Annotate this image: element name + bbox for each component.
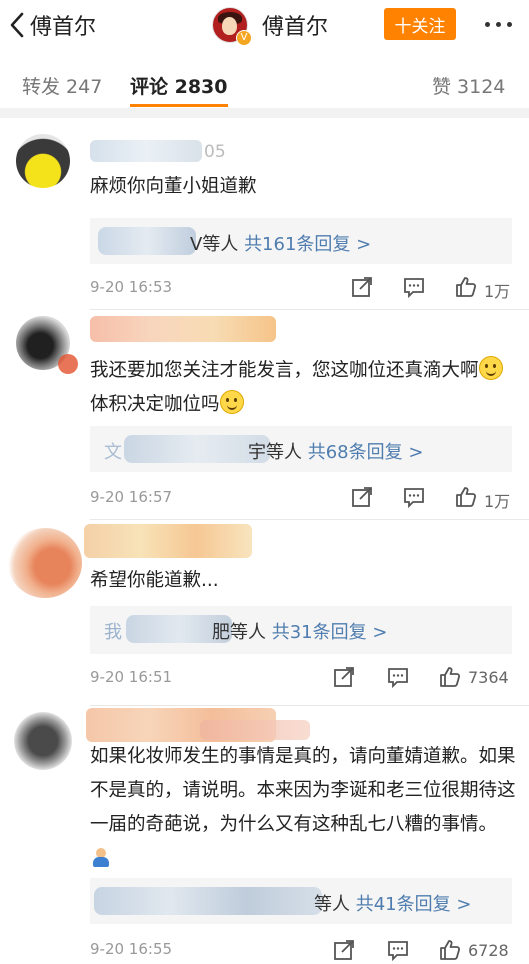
replies-summary: V等人 共161条回复 > xyxy=(190,230,371,256)
share-icon[interactable] xyxy=(332,938,356,962)
like-icon[interactable] xyxy=(438,665,462,689)
comment-actions: 1万 xyxy=(350,485,520,511)
share-icon[interactable] xyxy=(350,485,374,509)
username-blurred-extra xyxy=(200,720,310,740)
smile-emoji-icon xyxy=(219,390,244,414)
replies-box[interactable]: V等人 共161条回复 > xyxy=(90,218,512,264)
like-count[interactable]: 7364 xyxy=(468,668,509,687)
avatar[interactable] xyxy=(14,712,72,770)
top-bar: 傅首尔 傅首尔 V 十关注 xyxy=(0,0,529,52)
verified-badge: V xyxy=(236,30,252,46)
follow-button[interactable]: 十关注 xyxy=(384,8,456,40)
like-count[interactable]: 6728 xyxy=(468,941,509,960)
active-tab-indicator xyxy=(130,104,228,107)
comment-actions: 7364 xyxy=(332,665,522,691)
comment-icon[interactable] xyxy=(402,275,426,299)
username-blurred[interactable] xyxy=(90,140,202,162)
tab-likes[interactable]: 赞 3124 xyxy=(432,72,505,99)
replies-link[interactable]: 共31条回复 > xyxy=(272,622,388,643)
comment-text: 我还要加您关注才能发言，您这咖位还真滴大啊体积决定咖位吗 xyxy=(90,354,518,422)
like-icon[interactable] xyxy=(454,275,478,299)
replies-box[interactable]: 文 宇等人 共68条回复 > xyxy=(90,426,512,472)
replies-summary: 肥等人 共31条回复 > xyxy=(212,618,387,644)
comment-time: 9-20 16:57 xyxy=(90,488,173,506)
tab-comments[interactable]: 评论 2830 xyxy=(130,72,228,99)
comment-item: 我还要加您关注才能发言，您这咖位还真滴大啊体积决定咖位吗 文 宇等人 共68条回… xyxy=(0,310,529,520)
chevron-left-icon xyxy=(10,12,24,38)
comment-text-part2: 体积决定咖位吗 xyxy=(90,394,220,415)
share-icon[interactable] xyxy=(350,275,374,299)
comment-text: 如果化妆师发生的事情是真的，请向董婧道歉。如果不是真的，请说明。本来因为李诞和老… xyxy=(90,740,518,876)
back-label: 傅首尔 xyxy=(30,15,97,40)
comment-text: 麻烦你向董小姐道歉 xyxy=(90,176,257,197)
comment-actions: 6728 xyxy=(332,938,522,964)
comment-text-part1: 我还要加您关注才能发言，您这咖位还真滴大啊 xyxy=(90,360,479,381)
replies-box[interactable]: 我 肥等人 共31条回复 > xyxy=(90,606,512,654)
tab-bar: 转发 247 评论 2830 赞 3124 xyxy=(0,62,529,108)
avatar[interactable] xyxy=(8,528,82,598)
comment-item: 05 麻烦你向董小姐道歉 V等人 共161条回复 > 9-20 16:53 1万 xyxy=(0,118,529,310)
reply-users: 等人 xyxy=(314,894,350,915)
reply-users: 肥等人 xyxy=(212,622,266,643)
replies-link[interactable]: 共161条回复 > xyxy=(244,234,371,255)
like-count[interactable]: 1万 xyxy=(484,278,510,302)
comment-time: 9-20 16:53 xyxy=(90,278,173,296)
replies-link[interactable]: 共41条回复 > xyxy=(356,894,472,915)
comment-text-body: 如果化妆师发生的事情是真的，请向董婧道歉。如果不是真的，请说明。本来因为李诞和老… xyxy=(90,746,516,835)
replies-summary: 宇等人 共68条回复 > xyxy=(248,438,423,464)
page-title: 傅首尔 xyxy=(262,15,329,40)
comment-time: 9-20 16:55 xyxy=(90,940,173,958)
comment-item: 如果化妆师发生的事情是真的，请向董婧道歉。如果不是真的，请说明。本来因为李诞和老… xyxy=(0,706,529,964)
replies-link[interactable]: 共68条回复 > xyxy=(308,442,424,463)
reply-user-initial: 我 xyxy=(104,622,122,643)
username-tail: 05 xyxy=(204,142,226,162)
replies-box[interactable]: 等人 共41条回复 > xyxy=(90,878,512,924)
reply-users: 宇等人 xyxy=(248,442,302,463)
comment-icon[interactable] xyxy=(386,665,410,689)
reply-user-initial: 文 xyxy=(104,442,122,463)
username-blurred[interactable] xyxy=(84,524,252,558)
comment-text: 希望你能道歉... xyxy=(90,570,219,591)
like-count[interactable]: 1万 xyxy=(484,488,510,512)
tab-reposts[interactable]: 转发 247 xyxy=(22,72,102,99)
replies-summary: 等人 共41条回复 > xyxy=(314,890,471,916)
avatar-accent xyxy=(58,354,78,374)
back-button[interactable]: 傅首尔 xyxy=(8,8,96,42)
comment-icon[interactable] xyxy=(386,938,410,962)
profile-header[interactable]: 傅首尔 xyxy=(212,6,328,44)
share-icon[interactable] xyxy=(332,665,356,689)
comment-icon[interactable] xyxy=(402,485,426,509)
avatar[interactable] xyxy=(16,134,70,188)
reply-users: V等人 xyxy=(190,234,239,255)
comment-time: 9-20 16:51 xyxy=(90,668,173,686)
section-divider xyxy=(0,108,529,118)
comment-item: 希望你能道歉... 我 肥等人 共31条回复 > 9-20 16:51 7364 xyxy=(0,520,529,706)
smile-emoji-icon xyxy=(478,356,503,380)
shrug-emoji-icon xyxy=(90,846,112,868)
comment-actions: 1万 xyxy=(350,275,520,301)
like-icon[interactable] xyxy=(454,485,478,509)
username-blurred[interactable] xyxy=(90,316,276,342)
more-options-icon[interactable] xyxy=(478,10,518,38)
like-icon[interactable] xyxy=(438,938,462,962)
